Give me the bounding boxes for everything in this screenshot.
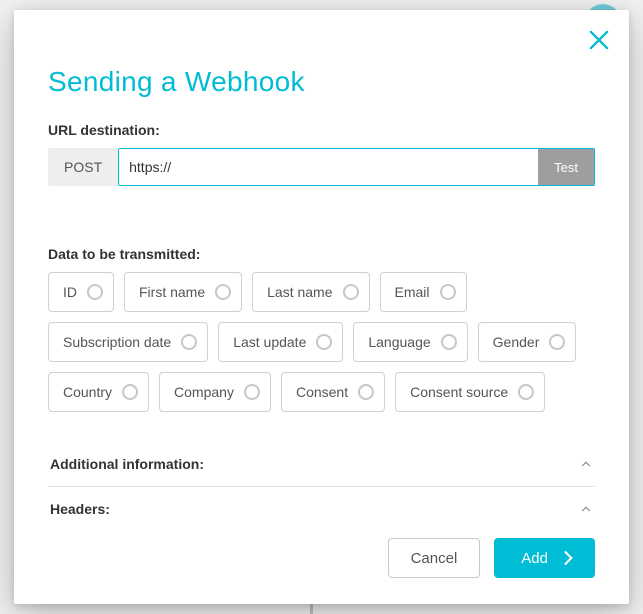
field-chip[interactable]: First name [124, 272, 242, 312]
field-chip-label: Last name [267, 284, 332, 300]
http-method-label: POST [48, 148, 118, 186]
add-button[interactable]: Add [494, 538, 595, 578]
accordion-headers[interactable]: Headers: [48, 487, 595, 514]
field-chip-list: ID First name Last name Email Subscription d… [48, 272, 595, 412]
webhook-modal: Sending a Webhook URL destination: POST … [14, 10, 629, 604]
url-input[interactable] [119, 149, 538, 185]
field-chip-label: Email [395, 284, 430, 300]
field-chip[interactable]: Consent source [395, 372, 545, 412]
test-button[interactable]: Test [538, 149, 594, 185]
radio-icon [440, 284, 456, 300]
chevron-right-icon [558, 548, 578, 568]
url-input-group: Test [118, 148, 595, 186]
field-chip-label: ID [63, 284, 77, 300]
field-chip[interactable]: Gender [478, 322, 577, 362]
radio-icon [244, 384, 260, 400]
field-chip[interactable]: Last name [252, 272, 369, 312]
field-chip[interactable]: Email [380, 272, 467, 312]
accordion-additional-info[interactable]: Additional information: [48, 442, 595, 487]
radio-icon [441, 334, 457, 350]
field-chip-label: Consent [296, 384, 348, 400]
modal-title: Sending a Webhook [48, 66, 595, 98]
field-chip-label: Last update [233, 334, 306, 350]
radio-icon [215, 284, 231, 300]
field-chip[interactable]: Consent [281, 372, 385, 412]
radio-icon [316, 334, 332, 350]
chevron-up-icon [579, 502, 593, 514]
field-chip-label: First name [139, 284, 205, 300]
field-chip[interactable]: Company [159, 372, 271, 412]
radio-icon [518, 384, 534, 400]
accordion-label: Additional information: [50, 456, 204, 472]
field-chip-label: Gender [493, 334, 540, 350]
field-chip[interactable]: Language [353, 322, 467, 362]
field-chip-label: Consent source [410, 384, 508, 400]
radio-icon [122, 384, 138, 400]
radio-icon [87, 284, 103, 300]
url-section-label: URL destination: [48, 122, 595, 138]
field-chip-label: Company [174, 384, 234, 400]
chevron-up-icon [579, 457, 593, 471]
add-button-label: Add [521, 550, 548, 567]
radio-icon [358, 384, 374, 400]
radio-icon [343, 284, 359, 300]
field-chip[interactable]: Last update [218, 322, 343, 362]
url-destination-row: POST Test [48, 148, 595, 186]
accordion-label: Headers: [50, 501, 110, 514]
field-chip-label: Country [63, 384, 112, 400]
close-button[interactable] [585, 26, 613, 54]
cancel-button[interactable]: Cancel [388, 538, 481, 578]
field-chip-label: Subscription date [63, 334, 171, 350]
radio-icon [549, 334, 565, 350]
data-section-label: Data to be transmitted: [48, 246, 595, 262]
field-chip[interactable]: ID [48, 272, 114, 312]
modal-footer: Cancel Add [14, 514, 629, 604]
field-chip[interactable]: Subscription date [48, 322, 208, 362]
field-chip-label: Language [368, 334, 430, 350]
radio-icon [181, 334, 197, 350]
field-chip[interactable]: Country [48, 372, 149, 412]
